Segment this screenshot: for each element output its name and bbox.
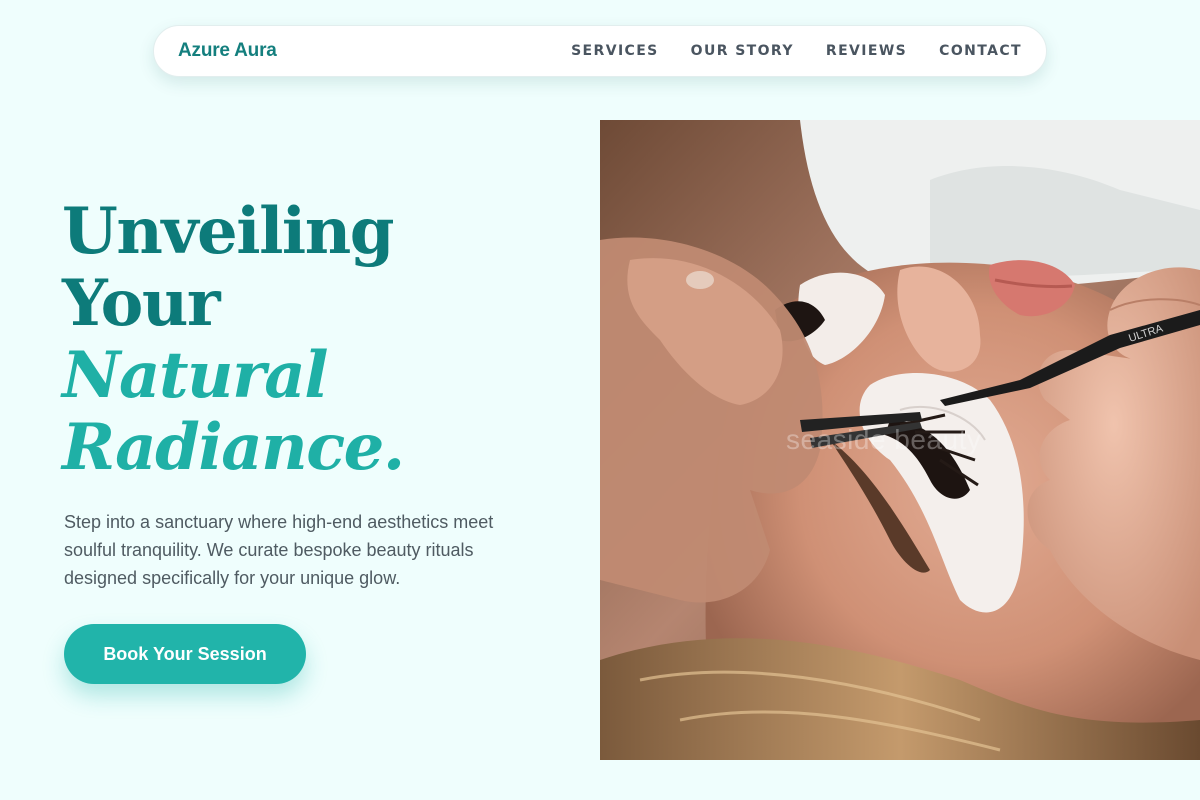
- nav-item-contact: CONTACT: [939, 42, 1022, 60]
- hero-title-accent-1: Natural: [62, 338, 329, 413]
- top-navbar: Azure Aura SERVICES OUR STORY REVIEWS CO…: [153, 25, 1047, 77]
- nav-links: SERVICES OUR STORY REVIEWS CONTACT: [571, 42, 1022, 60]
- nav-item-our-story: OUR STORY: [691, 42, 794, 60]
- nav-link-contact[interactable]: CONTACT: [939, 43, 1022, 59]
- hero-image: ULTRA seaside beauty: [600, 120, 1200, 760]
- hero-title-line-2: Your: [62, 266, 221, 341]
- nav-link-our-story[interactable]: OUR STORY: [691, 43, 794, 59]
- hero-title-accent-2: Radiance.: [62, 410, 405, 485]
- hero-description: Step into a sanctuary where high-end aes…: [64, 512, 494, 588]
- brand-logo[interactable]: Azure Aura: [178, 40, 277, 62]
- nav-link-services[interactable]: SERVICES: [571, 43, 659, 59]
- nav-item-services: SERVICES: [571, 42, 659, 60]
- image-watermark: seaside beauty: [786, 424, 982, 455]
- page: Azure Aura SERVICES OUR STORY REVIEWS CO…: [0, 0, 1200, 800]
- hero-title: Unveiling Your Natural Radiance.: [62, 196, 562, 484]
- nav-item-reviews: REVIEWS: [826, 42, 907, 60]
- nav-link-reviews[interactable]: REVIEWS: [826, 43, 907, 59]
- book-session-button[interactable]: Book Your Session: [64, 624, 306, 684]
- hero-title-line-1: Unveiling: [62, 194, 394, 269]
